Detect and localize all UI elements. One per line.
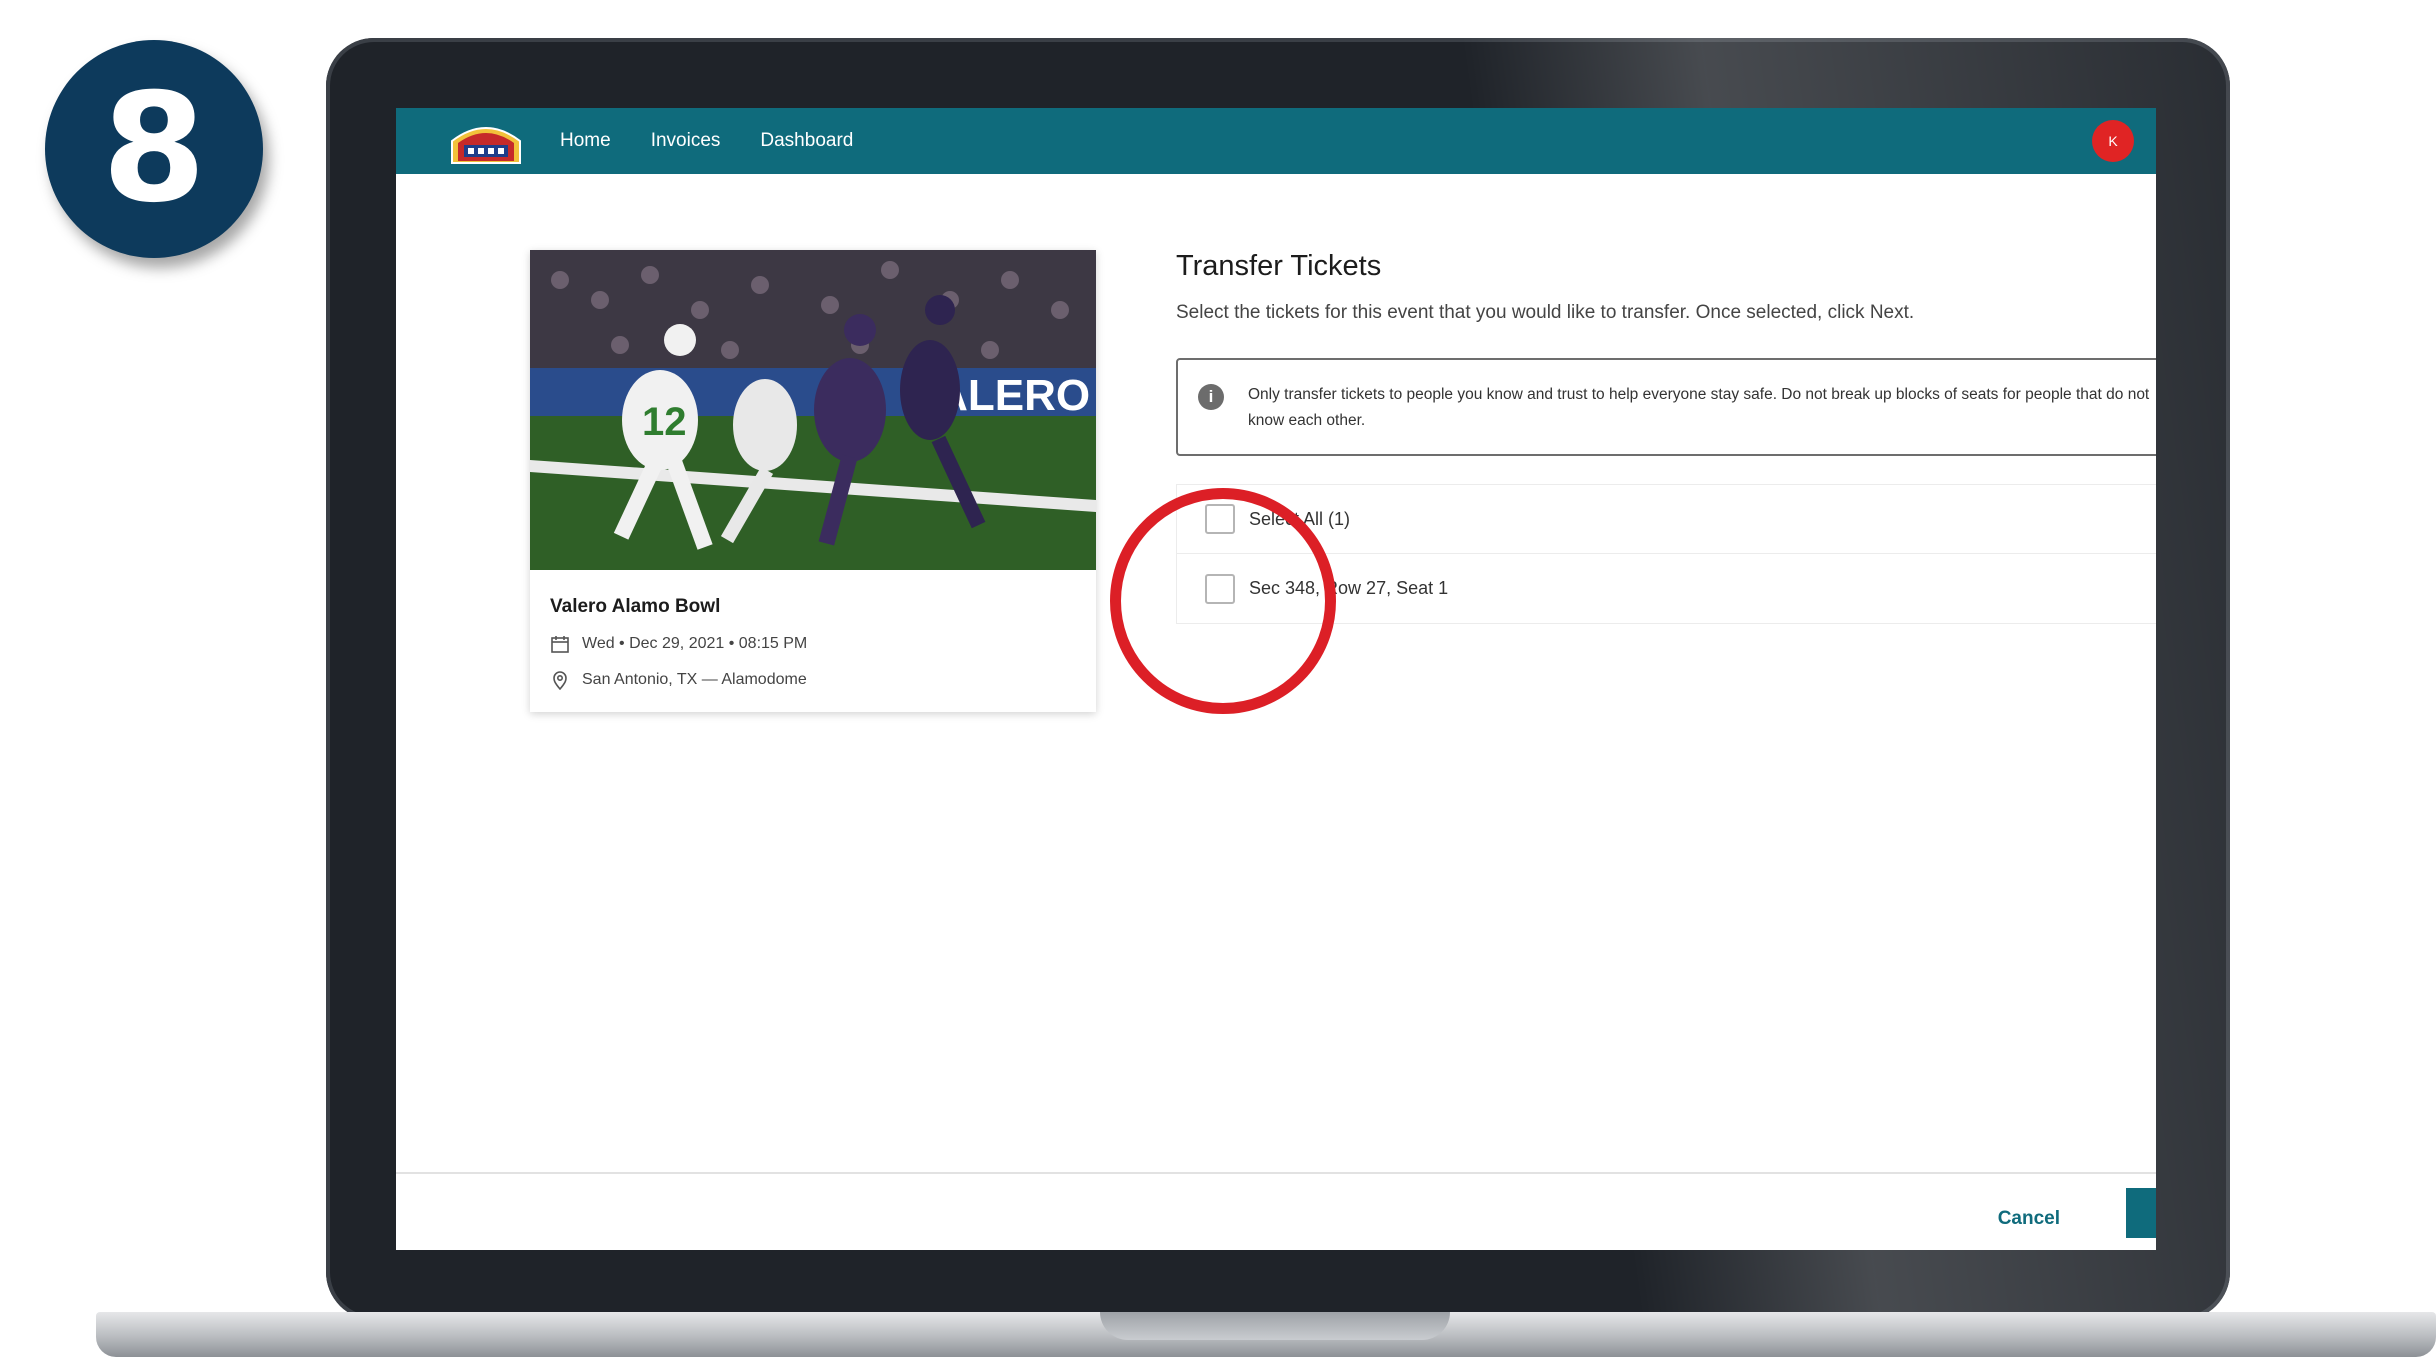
event-datetime-row: Wed • Dec 29, 2021 • 08:15 PM	[550, 634, 807, 654]
nav-item-dashboard[interactable]: Dashboard	[760, 130, 853, 152]
safety-info-notice: i Only transfer tickets to people you kn…	[1176, 358, 2156, 456]
alamo-bowl-logo[interactable]	[448, 115, 524, 167]
safety-info-text: Only transfer tickets to people you know…	[1248, 386, 2150, 429]
event-card: VALERO 12 Valero Alamo Bowl Wed • Dec 29…	[530, 250, 1096, 712]
jersey-number: 12	[642, 400, 687, 444]
nav-item-invoices[interactable]: Invoices	[651, 130, 721, 152]
event-location: San Antonio, TX — Alamodome	[582, 671, 807, 688]
event-datetime: Wed • Dec 29, 2021 • 08:15 PM	[582, 635, 808, 652]
event-location-row: San Antonio, TX — Alamodome	[550, 670, 807, 691]
red-highlight-circle	[1110, 488, 1336, 714]
nav-item-home[interactable]: Home	[560, 130, 611, 152]
event-photo: VALERO 12	[530, 250, 1096, 570]
cancel-button[interactable]: Cancel	[1998, 1208, 2060, 1230]
step-number-badge: 8	[45, 40, 263, 258]
action-footer: Cancel	[396, 1172, 2156, 1250]
select-all-row[interactable]: Select All (1)	[1176, 484, 2156, 554]
top-navbar: Home Invoices Dashboard K	[396, 108, 2156, 174]
event-title: Valero Alamo Bowl	[550, 596, 721, 617]
user-avatar[interactable]: K	[2092, 120, 2134, 162]
info-icon: i	[1198, 384, 1224, 410]
calendar-icon	[550, 634, 570, 654]
page-title: Transfer Tickets	[1176, 250, 1382, 282]
next-button[interactable]	[2126, 1188, 2156, 1238]
location-pin-icon	[550, 670, 570, 691]
page-subtitle: Select the tickets for this event that y…	[1176, 302, 1915, 323]
laptop-base-notch	[1100, 1312, 1450, 1340]
